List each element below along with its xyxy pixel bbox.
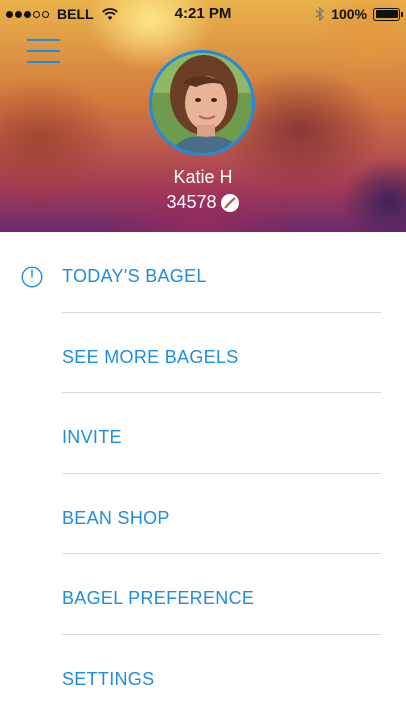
bean-count: 34578 bbox=[166, 192, 217, 212]
menu-item-settings[interactable]: SETTINGS bbox=[0, 635, 406, 716]
status-bar: BELL 4:21 PM 100% bbox=[0, 0, 406, 28]
menu-item-label: INVITE bbox=[62, 427, 122, 447]
avatar-photo bbox=[152, 53, 252, 153]
menu-line bbox=[27, 61, 60, 63]
menu-line bbox=[27, 50, 60, 52]
menu-item-label: SEE MORE BAGELS bbox=[62, 346, 239, 367]
menu-line bbox=[27, 39, 60, 41]
avatar[interactable] bbox=[149, 50, 255, 156]
menu-item-label: SETTINGS bbox=[62, 668, 155, 689]
bean-balance: 34578 bbox=[0, 192, 406, 213]
profile-header: BELL 4:21 PM 100% Katie H 34578 bbox=[0, 0, 406, 232]
menu-item-label: BEAN SHOP bbox=[62, 507, 170, 528]
battery-fill bbox=[375, 10, 398, 18]
menu-item-label: TODAY'S BAGEL bbox=[62, 266, 207, 286]
user-name: Katie H bbox=[173, 167, 233, 187]
battery-percent: 100% bbox=[331, 6, 367, 22]
battery-icon bbox=[373, 7, 403, 21]
hamburger-menu-icon[interactable] bbox=[27, 37, 60, 65]
menu-item-todays-bagel[interactable]: TODAY'S BAGEL bbox=[0, 232, 406, 313]
coffee-bean-icon bbox=[220, 193, 239, 212]
menu-item-see-more-bagels[interactable]: SEE MORE BAGELS bbox=[0, 313, 406, 393]
side-menu: TODAY'S BAGEL SEE MORE BAGELS INVITE BEA… bbox=[0, 232, 406, 715]
clock-icon bbox=[21, 266, 43, 288]
menu-item-label: BAGEL PREFERENCE bbox=[62, 588, 255, 608]
bluetooth-icon bbox=[315, 7, 325, 21]
menu-item-invite[interactable]: INVITE bbox=[0, 393, 406, 474]
menu-item-bean-shop[interactable]: BEAN SHOP bbox=[0, 474, 406, 554]
menu-item-bagel-preference[interactable]: BAGEL PREFERENCE bbox=[0, 554, 406, 635]
status-right: 100% bbox=[315, 6, 403, 22]
